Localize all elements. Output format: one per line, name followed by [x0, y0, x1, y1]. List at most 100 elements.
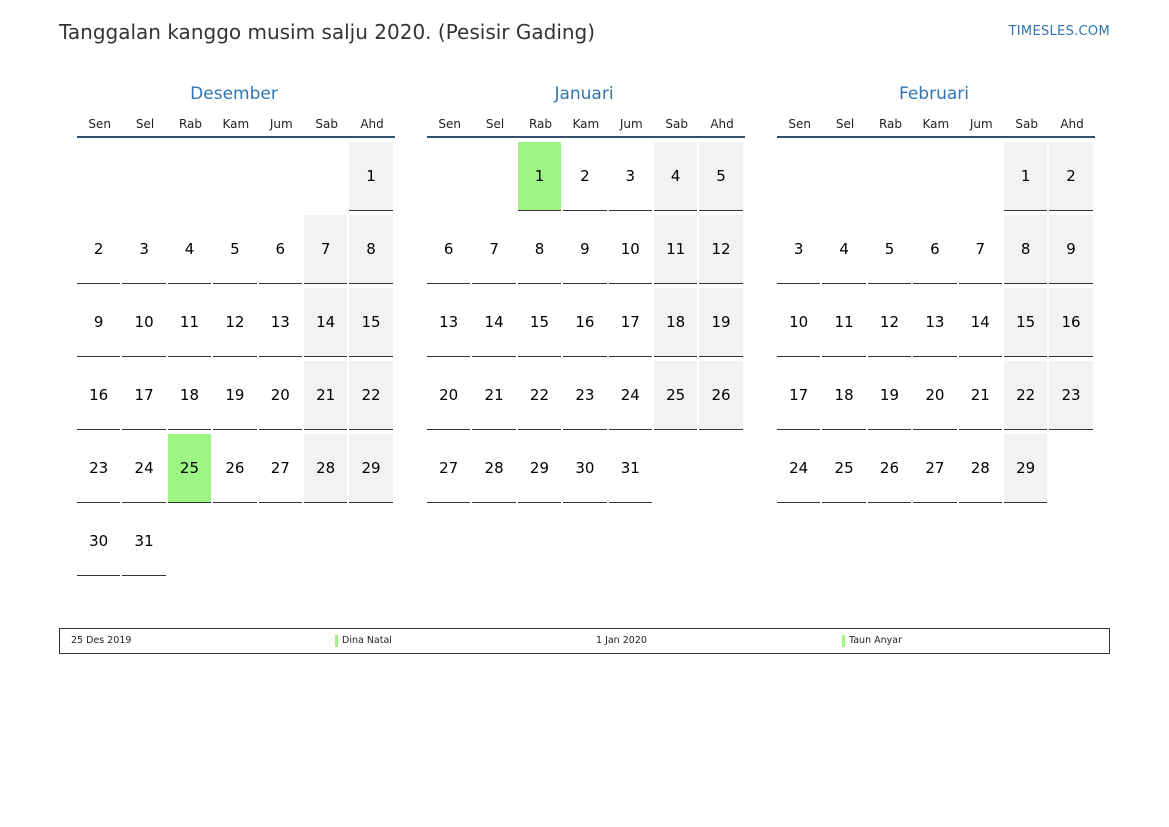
day-cell: 11	[653, 215, 698, 284]
day-cell: 22	[349, 361, 393, 430]
empty-day-cell	[654, 434, 697, 502]
day-cell: 13	[913, 288, 957, 357]
weekday-label: Sel	[485, 117, 505, 131]
day-cell: 25	[822, 434, 866, 503]
day-cell: 9	[77, 288, 121, 357]
day-cell: 14	[303, 288, 348, 357]
day-cell: 5	[699, 142, 743, 211]
day-cell: 13	[258, 288, 302, 357]
week-row: 12345	[427, 142, 745, 215]
weekday-header: Sen Sel Rab Kam Jum Sab Ahd	[777, 112, 1095, 138]
week-row: 17 18 19 20 21 22 23	[777, 361, 1095, 434]
weekday-label: Jum	[969, 117, 993, 131]
month-january: Januari Sen Sel Rab Kam Jum Sab Ahd 1234567891…	[427, 82, 745, 507]
day-cell: 23	[77, 434, 121, 503]
day-cell: 3	[777, 215, 821, 284]
day-cell: 18	[822, 361, 866, 430]
day-cell: 15	[517, 288, 562, 357]
legend-date: 25 Des 2019	[71, 635, 132, 646]
empty-day-cell	[304, 507, 347, 575]
day-cell: 28	[472, 434, 516, 503]
day-cell: 10	[122, 288, 166, 357]
week-row: 16 17 18 19 20 21 22	[77, 361, 395, 434]
weekday-label: Sen	[88, 117, 111, 131]
page-title: Tanggalan kanggo musim salju 2020. (Pesi…	[59, 20, 596, 44]
day-cell: 11	[167, 288, 212, 357]
day-cell: 22	[517, 361, 562, 430]
day-cell: 6	[913, 215, 957, 284]
empty-day-cell	[959, 142, 1002, 210]
day-cell: 7	[303, 215, 348, 284]
weekday-label: Sab	[1015, 117, 1038, 131]
legend-holiday-name: Taun Anyar	[842, 629, 902, 653]
day-cell: 15	[349, 288, 393, 357]
empty-day-cell	[259, 142, 302, 210]
day-cell: 21	[303, 361, 348, 430]
day-cell: 11	[822, 288, 866, 357]
empty-day-cell	[349, 507, 392, 575]
month-grid: 1 2 3 4 5 6 7 8 9 10 11 12 13 14 15 16 17 18 19 20 21 22 23 24 2…	[777, 142, 1095, 507]
weekday-label: Rab	[528, 117, 552, 131]
empty-day-cell	[913, 142, 956, 210]
day-cell: 2	[77, 215, 121, 284]
day-cell: 23	[1049, 361, 1093, 430]
day-cell: 23	[563, 361, 607, 430]
weekday-label: Rab	[878, 117, 902, 131]
day-cell: 12	[213, 288, 257, 357]
day-cell: 8	[1003, 215, 1048, 284]
month-december: Desember Sen Sel Rab Kam Jum Sab Ahd 123456789…	[77, 82, 395, 580]
day-cell: 24	[122, 434, 166, 503]
day-cell: 1	[1003, 142, 1048, 211]
day-cell: 9	[1049, 215, 1093, 284]
site-link[interactable]: TIMESLES.COM	[1009, 24, 1110, 39]
day-cell: 18	[653, 288, 698, 357]
day-cell: 26	[867, 434, 912, 503]
weekday-label: Ahd	[1060, 117, 1084, 131]
weekday-label: Sab	[665, 117, 688, 131]
day-cell: 28	[303, 434, 348, 503]
day-cell: 22	[1003, 361, 1048, 430]
empty-day-cell	[213, 142, 256, 210]
day-cell: 21	[472, 361, 516, 430]
weekday-label: Sel	[835, 117, 855, 131]
day-cell: 31	[608, 434, 652, 503]
empty-day-cell	[868, 142, 911, 210]
weekday-header: Sen Sel Rab Kam Jum Sab Ahd	[77, 112, 395, 138]
month-february: Februari Sen Sel Rab Kam Jum Sab Ahd 123456789…	[777, 82, 1095, 507]
empty-day-cell	[699, 434, 742, 502]
weekday-label: Ahd	[360, 117, 384, 131]
weekday-label: Ahd	[710, 117, 734, 131]
day-cell: 15	[1003, 288, 1048, 357]
weekday-label: Sen	[788, 117, 811, 131]
day-cell: 1	[517, 142, 562, 211]
day-cell: 20	[258, 361, 302, 430]
weekday-label: Kam	[572, 117, 600, 131]
empty-day-cell	[427, 142, 470, 210]
month-grid: 1 2 3 4 5 6 7 8 9 10 11 12 13 14 15 16 17 18 19 20 21 22 23 24 2…	[427, 142, 745, 507]
month-title: Februari	[899, 84, 969, 104]
weekday-label: Sel	[135, 117, 155, 131]
day-cell: 26	[213, 434, 257, 503]
empty-day-cell	[822, 142, 865, 210]
day-cell: 2	[563, 142, 607, 211]
weekday-label: Jum	[269, 117, 293, 131]
day-cell: 27	[913, 434, 957, 503]
day-cell: 6	[258, 215, 302, 284]
day-cell: 28	[958, 434, 1002, 503]
week-row: 23 24 25 26 27 28 29	[77, 434, 395, 507]
week-row: 2345678	[77, 215, 395, 288]
day-cell: 4	[167, 215, 212, 284]
day-cell: 8	[517, 215, 562, 284]
day-cell: 6	[427, 215, 471, 284]
day-cell: 27	[258, 434, 302, 503]
day-cell: 7	[472, 215, 516, 284]
day-cell: 14	[958, 288, 1002, 357]
day-cell: 19	[867, 361, 912, 430]
weekday-header: Sen Sel Rab Kam Jum Sab Ahd	[427, 112, 745, 138]
day-cell: 16	[563, 288, 607, 357]
week-row: 24 25 26 27 28 29	[777, 434, 1095, 507]
empty-day-cell	[168, 507, 211, 575]
day-cell: 10	[777, 288, 821, 357]
day-cell: 2	[1049, 142, 1093, 211]
week-row: 30 31	[77, 507, 395, 580]
